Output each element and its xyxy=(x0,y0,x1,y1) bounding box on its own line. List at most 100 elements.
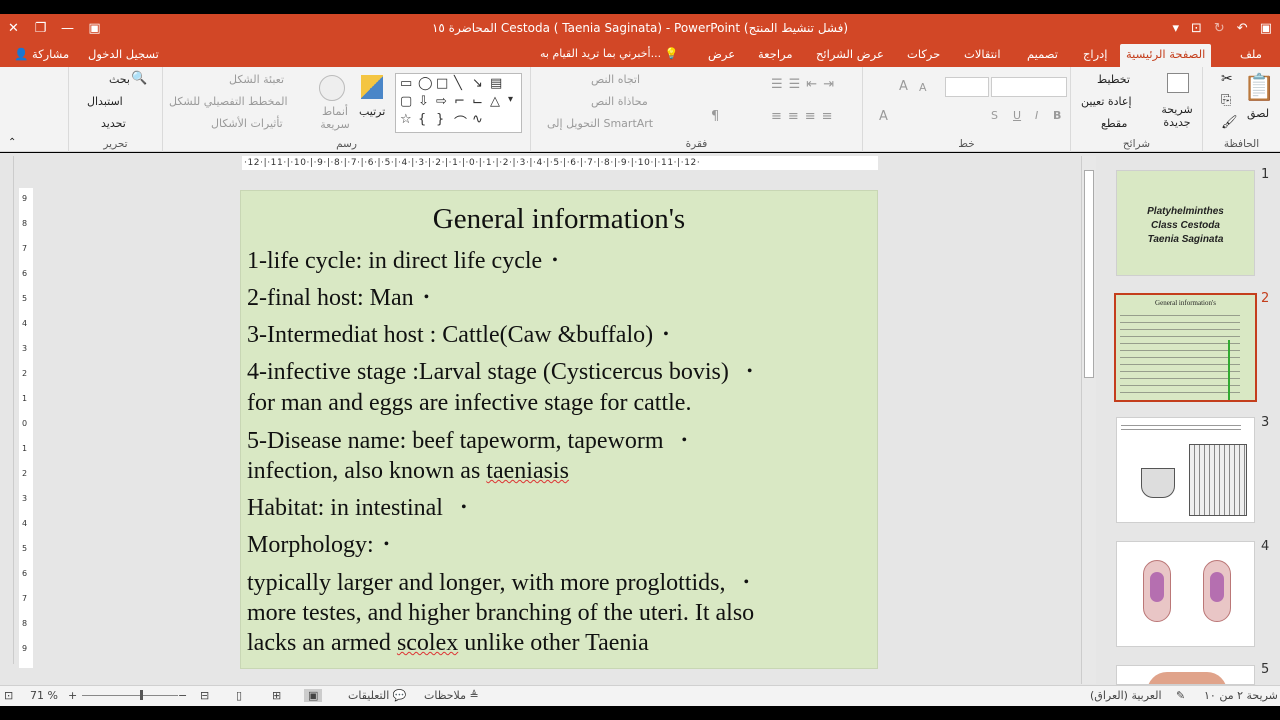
tab-file[interactable]: ملف xyxy=(1234,46,1268,62)
right-arrow-icon[interactable]: ⇨ xyxy=(436,94,447,109)
freeform-icon[interactable]: ∿ xyxy=(472,112,483,127)
content-line[interactable]: 1-life cycle: in direct life cycle • xyxy=(247,246,558,276)
content-line[interactable]: 3-Intermediat host : Cattle(Caw &buffalo… xyxy=(247,320,669,350)
thumbnail-slide-4[interactable] xyxy=(1116,541,1255,647)
curve-icon[interactable]: ⌒ xyxy=(454,112,467,131)
thumbnail-slide-3[interactable] xyxy=(1116,417,1255,523)
zoom-in-icon[interactable]: + xyxy=(68,689,77,702)
scroll-thumb[interactable] xyxy=(1084,170,1094,378)
shape-fill-button[interactable]: تعبئة الشكل xyxy=(229,73,284,86)
paste-button[interactable]: لصق xyxy=(1247,107,1269,120)
grow-font-button[interactable]: A xyxy=(899,79,908,94)
spellcheck-icon[interactable]: ✎ xyxy=(1176,689,1185,702)
tab-view[interactable]: عرض xyxy=(702,46,741,62)
quick-styles-button[interactable]: أنماط سريعة xyxy=(315,105,355,131)
smartart-button[interactable]: التحويل إلى SmartArt xyxy=(547,117,653,130)
undo-icon[interactable]: ↶ xyxy=(1237,21,1248,36)
thumbnail-slide-1[interactable]: Platyhelminthes Class Cestoda Taenia Sag… xyxy=(1116,170,1255,276)
shrink-font-button[interactable]: A xyxy=(919,81,927,94)
slideshow-view-icon[interactable]: ⊟ xyxy=(200,689,209,702)
rect-shape-icon[interactable]: □ xyxy=(436,76,448,91)
shadow-button[interactable]: S xyxy=(991,109,998,122)
reset-button[interactable]: إعادة تعيين xyxy=(1081,95,1132,108)
save-icon[interactable]: ▣ xyxy=(1260,21,1272,36)
down-arrow-icon[interactable]: ⇩ xyxy=(418,94,429,109)
close-button[interactable]: ✕ xyxy=(0,14,27,43)
textbox-icon[interactable]: ▤ xyxy=(490,76,502,91)
tab-home[interactable]: الصفحة الرئيسية xyxy=(1120,44,1212,67)
layout-button[interactable]: تخطيط xyxy=(1097,73,1130,86)
left-scrollbar[interactable] xyxy=(0,156,14,664)
minimize-button[interactable]: — xyxy=(54,14,81,43)
tab-insert[interactable]: إدراج xyxy=(1077,46,1114,62)
zoom-out-icon[interactable]: − xyxy=(178,689,187,702)
tab-slideshow[interactable]: عرض الشرائح xyxy=(810,46,890,62)
new-slide-button[interactable]: شريحة جديدة xyxy=(1157,103,1197,129)
redo-icon[interactable]: ↻ xyxy=(1214,21,1225,36)
line-shape-icon[interactable]: ╲ xyxy=(454,76,462,91)
align-icons[interactable]: ≡≡≡≡ xyxy=(771,109,839,124)
content-line[interactable]: for man and eggs are infective stage for… xyxy=(247,388,691,418)
content-line[interactable]: 4-infective stage :Larval stage (Cystice… xyxy=(247,357,752,387)
zoom-slider[interactable] xyxy=(82,695,178,696)
shape-effects-button[interactable]: تأثيرات الأشكال xyxy=(211,117,283,130)
list-icons[interactable]: ☰☰⇤⇥ xyxy=(771,77,840,92)
format-painter-icon[interactable]: 🖌 xyxy=(1221,115,1238,130)
slide-canvas[interactable]: General information's 1-life cycle: in d… xyxy=(240,190,878,669)
text-direction-button[interactable]: اتجاه النص xyxy=(591,73,640,86)
gallery-more-icon[interactable]: ▾ xyxy=(508,94,513,105)
brace-right-icon[interactable]: } xyxy=(436,112,444,127)
connector-icon[interactable]: ⌐ xyxy=(454,94,465,109)
sign-in-link[interactable]: تسجيل الدخول xyxy=(88,47,159,61)
tab-design[interactable]: تصميم xyxy=(1021,46,1064,62)
fit-slide-icon[interactable]: ⊡ xyxy=(4,689,13,702)
customize-qat-icon[interactable]: ▾ xyxy=(1172,21,1179,36)
comments-button[interactable]: التعليقات 💬 xyxy=(348,689,406,702)
slide-sorter-icon[interactable]: ⊞ xyxy=(272,689,281,702)
thumbnail-slide-5[interactable] xyxy=(1116,665,1255,685)
shapes-gallery[interactable]: ▭ ◯ □ ╲ ↘ ▤ ▢ ⇩ ⇨ ⌐ ⌙ △ ☆ { } ⌒ ∿ ▾ xyxy=(395,73,522,133)
notes-button[interactable]: ملاحظات ≜ xyxy=(424,689,479,702)
tab-review[interactable]: مراجعة xyxy=(752,46,799,62)
brace-left-icon[interactable]: { xyxy=(418,112,426,127)
content-line[interactable]: typically larger and longer, with more p… xyxy=(247,568,749,598)
restore-button[interactable]: ❐ xyxy=(27,14,54,43)
content-line[interactable]: more testes, and higher branching of the… xyxy=(247,598,754,628)
select-button[interactable]: تحديد xyxy=(101,117,126,130)
find-button[interactable]: بحث xyxy=(109,73,130,86)
elbow-icon[interactable]: ⌙ xyxy=(472,94,483,109)
ribbon-display-options-button[interactable]: ▣ xyxy=(81,14,108,43)
cut-icon[interactable]: ✂ xyxy=(1221,71,1233,87)
reading-view-icon[interactable]: ▯ xyxy=(236,689,242,702)
align-text-button[interactable]: محاذاة النص xyxy=(591,95,648,108)
content-line[interactable]: Habitat: in intestinal • xyxy=(247,493,467,523)
thumbnail-slide-2-selected[interactable]: General information's xyxy=(1114,293,1257,402)
content-line[interactable]: Morphology: • xyxy=(247,530,389,560)
arrow-line-icon[interactable]: ↘ xyxy=(472,76,483,91)
content-line[interactable]: lacks an armed scolex unlike other Taeni… xyxy=(247,628,649,658)
arrange-icon[interactable] xyxy=(361,75,383,99)
underline-button[interactable]: U xyxy=(1013,109,1021,122)
font-name-dropdown[interactable] xyxy=(991,77,1067,97)
new-slide-icon[interactable] xyxy=(1167,73,1189,93)
vertical-scrollbar[interactable] xyxy=(1081,156,1096,684)
slide-title[interactable]: General information's xyxy=(241,203,877,236)
tab-animations[interactable]: حركات xyxy=(901,46,946,62)
paste-icon[interactable]: 📋 xyxy=(1243,73,1275,103)
bold-button[interactable]: B xyxy=(1053,109,1061,122)
content-line[interactable]: infection, also known as taeniasis xyxy=(247,456,569,486)
share-button[interactable]: 👤 مشاركة xyxy=(14,47,69,61)
triangle-icon[interactable]: △ xyxy=(490,94,500,109)
star-icon[interactable]: ☆ xyxy=(400,112,412,127)
font-size-dropdown[interactable] xyxy=(945,77,989,97)
slideshow-icon[interactable]: ⊡ xyxy=(1191,21,1202,36)
collapse-ribbon-icon[interactable]: ⌃ xyxy=(8,137,16,148)
content-line[interactable]: 5-Disease name: beef tapeworm, tapeworm • xyxy=(247,426,687,456)
tab-transitions[interactable]: انتقالات xyxy=(958,46,1007,62)
rtl-icon[interactable]: ¶ xyxy=(711,109,719,124)
shape-outline-button[interactable]: المخطط التفصيلي للشكل xyxy=(169,95,288,108)
tell-me-box[interactable]: أخبرني بما تريد القيام به... 💡 xyxy=(540,47,678,60)
rounded-rect-icon[interactable]: ▢ xyxy=(400,94,412,109)
font-color-icon[interactable]: A xyxy=(879,109,888,124)
content-line[interactable]: 2-final host: Man • xyxy=(247,283,429,313)
